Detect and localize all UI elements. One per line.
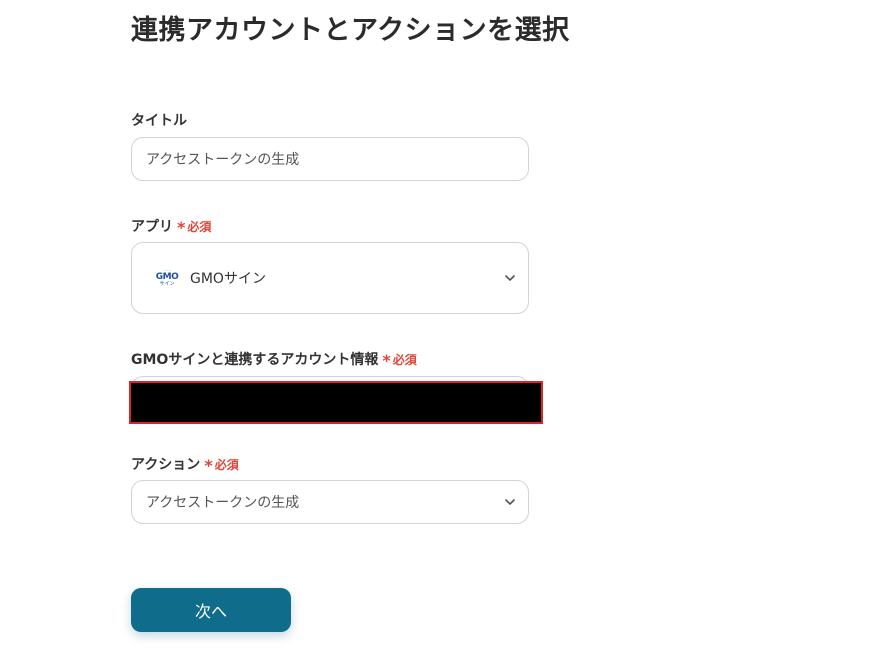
required-asterisk-icon: * <box>177 218 186 237</box>
app-label-text: アプリ <box>131 219 173 235</box>
gmo-logo-subtext: サイン <box>159 281 175 287</box>
required-text: 必須 <box>187 219 212 234</box>
title-field-label: タイトル <box>131 110 187 130</box>
app-select-value: GMOサイン <box>190 271 266 287</box>
required-text: 必須 <box>392 352 417 367</box>
action-label-text: アクション <box>131 457 201 473</box>
action-select[interactable]: アクセストークンの生成 <box>131 480 529 524</box>
next-button[interactable]: 次へ <box>131 588 291 632</box>
action-select-value: アクセストークンの生成 <box>146 495 300 511</box>
title-input-value: アクセストークンの生成 <box>146 152 300 168</box>
app-field-label: アプリ * 必須 <box>131 216 211 236</box>
title-input[interactable]: アクセストークンの生成 <box>131 137 529 181</box>
gmo-sign-logo-icon: ⋯⋯ GMO サイン <box>155 268 179 287</box>
chevron-down-icon <box>505 275 515 281</box>
required-badge: * 必須 <box>204 456 239 475</box>
account-label-text: GMOサインと連携するアカウント情報 <box>131 352 379 368</box>
required-asterisk-icon: * <box>382 351 391 370</box>
required-text: 必須 <box>214 457 239 472</box>
chevron-down-icon <box>505 499 515 505</box>
app-select[interactable]: ⋯⋯ GMO サイン GMOサイン <box>131 242 529 314</box>
required-asterisk-icon: * <box>204 456 213 475</box>
required-badge: * 必須 <box>177 218 212 237</box>
title-label-text: タイトル <box>131 113 187 129</box>
page-title: 連携アカウントとアクションを選択 <box>131 15 570 46</box>
redacted-account-info <box>129 381 543 424</box>
required-badge: * 必須 <box>382 351 417 370</box>
account-field-label: GMOサインと連携するアカウント情報 * 必須 <box>131 349 417 369</box>
action-field-label: アクション * 必須 <box>131 454 239 474</box>
